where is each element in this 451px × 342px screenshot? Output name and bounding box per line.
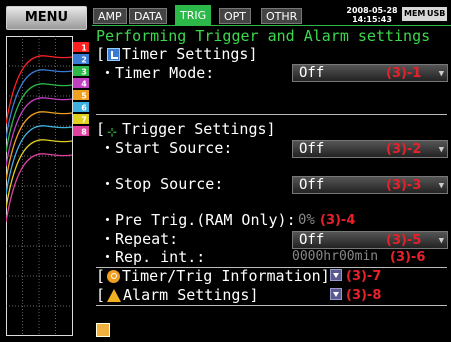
tab-underline — [92, 25, 451, 26]
trigger-settings-title: Trigger Settings] — [122, 120, 276, 138]
rep-int-label: ・Rep. int.: — [100, 248, 206, 266]
info-icon — [107, 270, 121, 283]
alarm-settings-title: Alarm Settings] — [123, 286, 259, 304]
start-source-label: ・Start Source: — [100, 139, 233, 157]
bracket: [ — [96, 120, 106, 138]
pre-trig-value[interactable]: 0% — [298, 211, 315, 229]
annotation-3-6: (3)-6 — [390, 250, 426, 265]
timer-settings-title: Timer Settings] — [122, 45, 258, 63]
annotation-3-4: (3)-4 — [320, 213, 356, 228]
section-divider — [96, 305, 447, 306]
dropdown-icon: ▼ — [438, 145, 444, 155]
stop-source-value: Off — [299, 177, 325, 193]
device-screen: MENU 1 2 3 4 5 6 7 8 AMP DATA TRIG OPT OTHR 200… — [0, 0, 451, 342]
mini-waveform-panel: 1 2 3 4 5 6 7 8 — [6, 36, 89, 336]
tab-opt[interactable]: OPT — [219, 8, 252, 24]
annotation-3-1: (3)-1 — [386, 66, 422, 81]
dropdown-icon: ▼ — [438, 236, 444, 246]
channel-number: 6 — [81, 104, 87, 113]
channel-number: 5 — [81, 92, 87, 101]
tab-data[interactable]: DATA — [129, 8, 168, 24]
bracket: [ — [96, 267, 106, 285]
page-title: Performing Trigger and Alarm settings — [96, 27, 431, 45]
tab-trig[interactable]: TRIG — [175, 5, 212, 25]
bracket: [ — [96, 45, 106, 63]
alarm-icon — [107, 289, 122, 302]
pre-trig-label: ・Pre Trig.(RAM Only): — [100, 211, 296, 229]
time-text: 14:15:43 — [352, 15, 392, 24]
start-source-select[interactable]: Off ▼ — [292, 140, 448, 158]
timer-settings-header[interactable]: [ Timer Settings] — [96, 45, 258, 63]
expand-icon[interactable] — [330, 269, 342, 281]
usb-badge: USB — [425, 7, 448, 21]
trigger-icon: ⊹ — [107, 125, 118, 139]
timer-mode-value: Off — [299, 65, 325, 81]
timer-icon — [107, 48, 121, 61]
stop-source-label: ・Stop Source: — [100, 175, 224, 193]
expand-icon[interactable] — [330, 288, 342, 300]
channel-number: 7 — [81, 116, 87, 125]
timer-trig-info-title: Timer/Trig Information] — [122, 267, 330, 285]
dropdown-icon: ▼ — [438, 69, 444, 79]
annotation-3-8: (3)-8 — [346, 288, 382, 303]
channel-number: 8 — [81, 128, 87, 137]
tab-othr[interactable]: OTHR — [261, 8, 303, 24]
alarm-settings-header[interactable]: [ Alarm Settings] — [96, 286, 259, 304]
repeat-select[interactable]: Off ▼ — [292, 231, 448, 249]
menu-button[interactable]: MENU — [6, 6, 87, 30]
stop-source-select[interactable]: Off ▼ — [292, 176, 448, 194]
timer-mode-select[interactable]: Off ▼ — [292, 64, 448, 82]
start-source-value: Off — [299, 141, 325, 157]
channel-number: 4 — [81, 80, 87, 89]
help-icon[interactable] — [96, 323, 110, 337]
mem-badge: MEM — [402, 7, 428, 21]
date-time-display: 2008-05-28 14:15:43 — [344, 6, 400, 24]
bracket: [ — [96, 286, 106, 304]
timer-trig-info-header[interactable]: [ Timer/Trig Information] — [96, 267, 330, 285]
annotation-3-5: (3)-5 — [386, 233, 422, 248]
channel-number: 3 — [81, 68, 87, 77]
repeat-value: Off — [299, 232, 325, 248]
timer-mode-label: ・Timer Mode: — [100, 64, 215, 82]
trigger-settings-header[interactable]: [⊹ Trigger Settings] — [96, 120, 276, 139]
rep-int-value[interactable]: 0000hr00min — [292, 248, 378, 266]
annotation-3-7: (3)-7 — [346, 269, 382, 284]
channel-number: 2 — [81, 56, 87, 65]
section-divider — [96, 114, 447, 115]
date-text: 2008-05-28 — [346, 6, 398, 15]
repeat-label: ・Repeat: — [100, 230, 179, 248]
annotation-3-3: (3)-3 — [386, 178, 422, 193]
dropdown-icon: ▼ — [438, 181, 444, 191]
tab-amp[interactable]: AMP — [93, 8, 127, 24]
channel-number: 1 — [81, 44, 87, 53]
annotation-3-2: (3)-2 — [386, 142, 422, 157]
